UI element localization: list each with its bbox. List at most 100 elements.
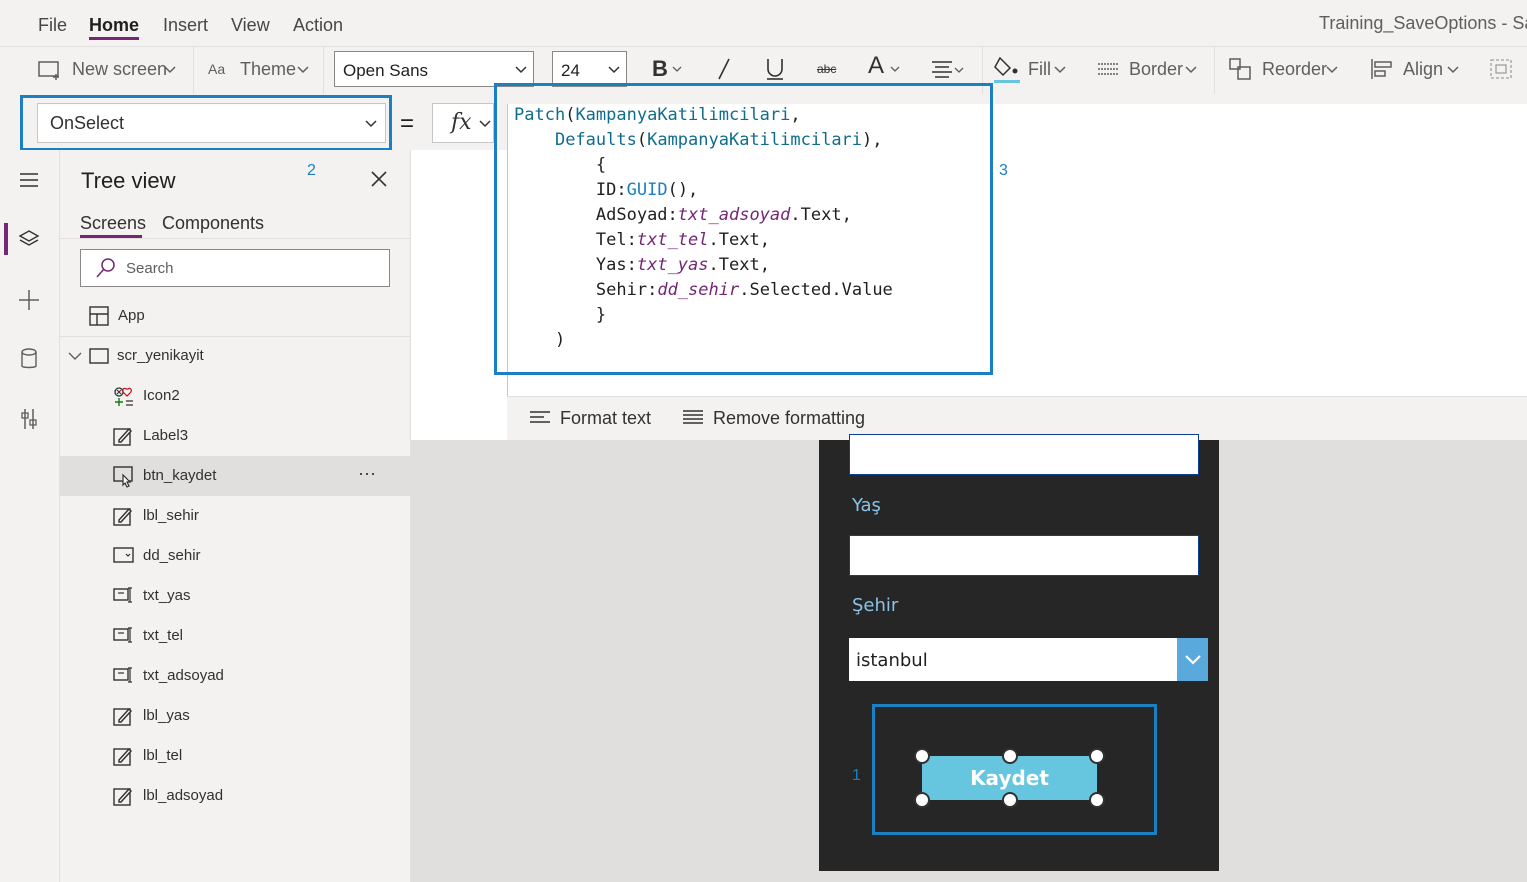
app-icon [89, 306, 109, 326]
active-menu-indicator [89, 37, 139, 40]
label-sehir: Şehir [852, 595, 899, 616]
plus-icon[interactable] [18, 289, 40, 311]
bold-icon[interactable]: B [652, 56, 668, 82]
tree-item-label: lbl_adsoyad [143, 787, 224, 804]
resize-handle[interactable] [1089, 792, 1105, 808]
close-icon[interactable] [370, 170, 388, 188]
strikethrough-icon[interactable]: abc [817, 62, 836, 76]
toolbar-divider [1214, 46, 1215, 94]
font-color-icon[interactable]: A [868, 52, 884, 80]
tree-item-btn-kaydet[interactable]: btn_kaydet ··· [60, 456, 411, 496]
theme-button[interactable]: Theme [240, 59, 296, 80]
reorder-icon [1229, 58, 1253, 80]
chevron-down-icon [515, 66, 527, 74]
dropdown-icon [113, 546, 135, 564]
resize-handle[interactable] [1002, 792, 1018, 808]
label-icon [113, 426, 133, 446]
layers-icon[interactable] [18, 229, 40, 249]
annotation-three: 3 [999, 162, 1008, 179]
group-icon[interactable] [1489, 58, 1513, 80]
tree-item-txt-adsoyad[interactable]: txt_adsoyad [60, 656, 411, 696]
chevron-down-icon [479, 120, 491, 128]
border-icon [1097, 62, 1119, 78]
new-screen-icon [38, 60, 62, 80]
tools-icon[interactable] [20, 408, 38, 430]
fill-bucket-icon[interactable] [994, 54, 1020, 84]
chevron-down-icon [608, 66, 620, 74]
rail-active-indicator [4, 223, 8, 255]
text-input-icon [113, 666, 135, 684]
tree-item-label: App [118, 307, 145, 324]
reorder-button[interactable]: Reorder [1262, 59, 1327, 80]
text-align-icon[interactable] [931, 60, 965, 78]
chevron-down-icon[interactable] [68, 352, 82, 361]
tree-item-txt-yas[interactable]: txt_yas [60, 576, 411, 616]
tree-item-lbl-tel[interactable]: lbl_tel [60, 736, 411, 776]
tree-item-label3[interactable]: Label3 [60, 416, 411, 456]
dropdown-toggle[interactable] [1177, 638, 1208, 681]
txt-yas-input[interactable] [849, 535, 1199, 576]
remove-formatting-button[interactable]: Remove formatting [713, 408, 865, 429]
resize-handle[interactable] [914, 748, 930, 764]
tree-item-app[interactable]: App [60, 296, 411, 336]
tree-item-lbl-adsoyad[interactable]: lbl_adsoyad [60, 776, 411, 816]
chevron-down-icon [1054, 66, 1066, 74]
tree-item-label: lbl_yas [143, 707, 190, 724]
italic-icon[interactable] [716, 57, 732, 81]
chevron-down-icon [672, 66, 682, 73]
align-button[interactable]: Align [1403, 59, 1443, 80]
tree-item-screen[interactable]: scr_yenikayit [60, 336, 411, 376]
tree-item-label: Icon2 [143, 387, 180, 404]
align-icon [1370, 58, 1394, 80]
tree-item-label: txt_tel [143, 627, 184, 644]
new-screen-button[interactable]: New screen [72, 59, 167, 80]
tree-item-txt-tel[interactable]: txt_tel [60, 616, 411, 656]
text-input-icon [113, 626, 135, 644]
font-size-value: 24 [561, 61, 580, 80]
format-text-icon [529, 410, 551, 426]
font-family-select[interactable]: Open Sans [334, 51, 534, 87]
tree-item-icon2[interactable]: Icon2 [60, 376, 411, 416]
tab-screens[interactable]: Screens [80, 213, 146, 234]
border-button[interactable]: Border [1129, 59, 1183, 80]
tree-item-dd-sehir[interactable]: dd_sehir [60, 536, 411, 576]
label-icon [113, 746, 133, 766]
label-icon [113, 506, 133, 526]
format-text-button[interactable]: Format text [560, 408, 651, 429]
menu-file[interactable]: File [38, 15, 67, 36]
menu-bar [0, 0, 1527, 46]
resize-handle[interactable] [1002, 748, 1018, 764]
font-size-select[interactable]: 24 [552, 51, 627, 87]
font-family-value: Open Sans [343, 61, 429, 80]
menu-home[interactable]: Home [89, 15, 139, 36]
more-options-icon[interactable]: ··· [358, 463, 376, 484]
tree-item-label: Label3 [143, 427, 189, 444]
fx-button[interactable]: fx [432, 103, 494, 143]
annotation-one: 1 [852, 767, 861, 784]
kaydet-button-label: Kaydet [970, 766, 1049, 790]
resize-handle[interactable] [914, 792, 930, 808]
database-icon[interactable] [20, 348, 38, 370]
icons-icon [113, 386, 135, 408]
menu-action[interactable]: Action [293, 15, 343, 36]
chevron-down-icon [1184, 654, 1202, 665]
fill-button[interactable]: Fill [1028, 59, 1051, 80]
dropdown-value: istanbul [856, 650, 928, 671]
resize-handle[interactable] [1089, 748, 1105, 764]
chevron-down-icon [1447, 66, 1459, 74]
label-yas: Yaş [852, 495, 881, 516]
formula-highlight-box [494, 83, 993, 375]
tree-item-label: lbl_sehir [143, 507, 199, 524]
menu-view[interactable]: View [231, 15, 270, 36]
tree-item-lbl-sehir[interactable]: lbl_sehir [60, 496, 411, 536]
tree-item-label: dd_sehir [143, 547, 201, 564]
remove-formatting-icon [682, 409, 704, 427]
toolbar-divider [323, 46, 324, 94]
menu-insert[interactable]: Insert [163, 15, 208, 36]
txt-tel-input[interactable] [849, 434, 1199, 475]
tab-components[interactable]: Components [162, 213, 264, 234]
hamburger-icon[interactable] [19, 172, 39, 188]
tree-item-lbl-yas[interactable]: lbl_yas [60, 696, 411, 736]
underline-icon[interactable] [765, 57, 785, 81]
tree-view-title: Tree view [81, 168, 176, 193]
